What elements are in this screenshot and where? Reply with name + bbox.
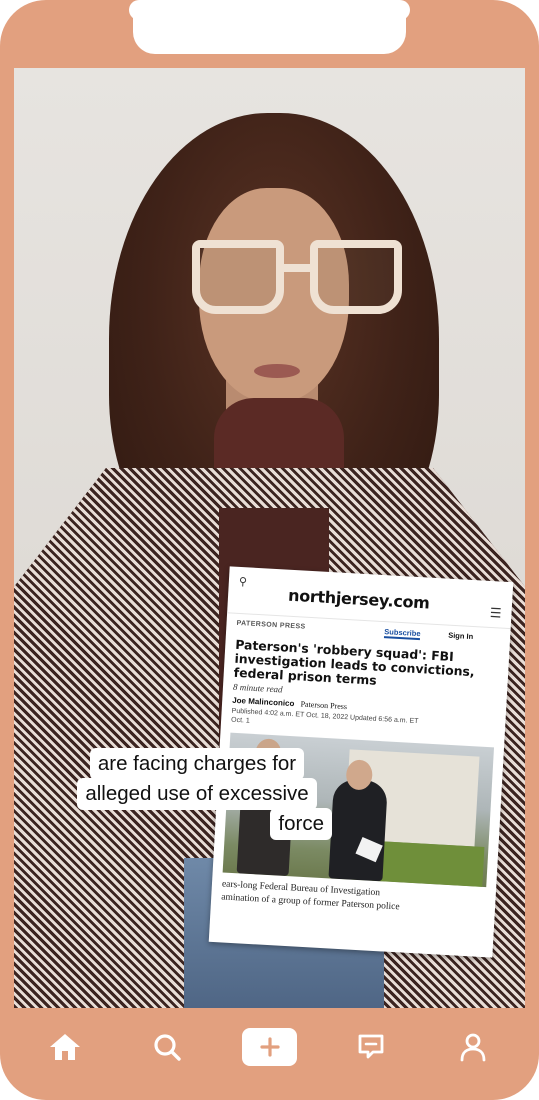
article-search-icon: ⚲ — [238, 575, 248, 589]
article-menu-icon: ☰ — [489, 604, 502, 621]
nav-home-button[interactable] — [43, 1025, 87, 1069]
caption-line: force — [270, 808, 332, 840]
phone-frame: ⚲ northjersey.com ☰ PATERSON PRESS Subsc… — [0, 0, 539, 1100]
article-section: PATERSON PRESS — [236, 619, 306, 631]
bottom-nav — [14, 1008, 525, 1088]
article-date-prefix: Oct. 1 — [230, 716, 250, 725]
article-site-logo: northjersey.com — [287, 585, 431, 613]
nav-inbox-button[interactable] — [349, 1025, 393, 1069]
nav-profile-button[interactable] — [451, 1025, 495, 1069]
message-icon — [358, 1034, 384, 1059]
article-updated: Updated 6:56 a.m. ET — [349, 714, 419, 726]
video-screen[interactable]: ⚲ northjersey.com ☰ PATERSON PRESS Subsc… — [14, 68, 525, 1008]
plus-icon — [259, 1037, 280, 1057]
article-subscribe-link: Subscribe — [383, 627, 421, 641]
nav-search-button[interactable] — [145, 1025, 189, 1069]
video-caption: are facing charges for alleged use of ex… — [62, 748, 332, 840]
article-publication: Paterson Press — [300, 699, 348, 712]
search-icon — [154, 1034, 181, 1061]
caption-line: alleged use of excessive — [77, 778, 317, 810]
home-icon — [50, 1034, 80, 1060]
person-glasses — [192, 240, 402, 318]
person-mouth — [254, 364, 300, 378]
article-signin-link: Sign In — [447, 630, 474, 642]
nav-create-button[interactable] — [242, 1028, 297, 1066]
caption-line: are facing charges for — [89, 748, 305, 780]
profile-icon — [460, 1033, 486, 1062]
phone-notch — [129, 0, 410, 54]
